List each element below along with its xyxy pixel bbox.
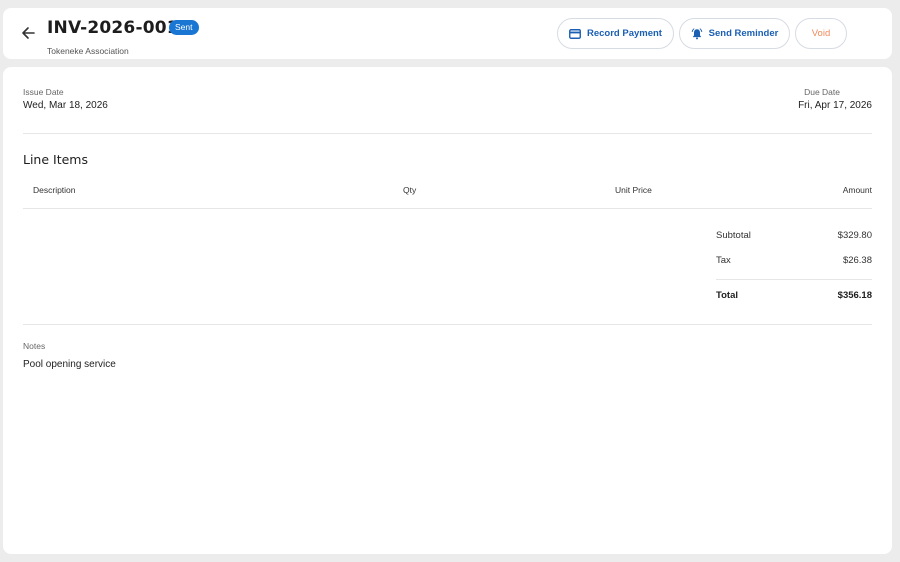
issue-date-value: Wed, Mar 18, 2026 [23, 100, 108, 111]
divider [23, 324, 872, 325]
tax-value: $26.38 [842, 255, 872, 266]
void-button[interactable]: Void [795, 18, 847, 49]
subtotal-label: Subtotal [716, 230, 751, 241]
column-header-description: Description [33, 185, 76, 195]
line-items-title: Line Items [23, 152, 88, 167]
column-header-unit-price: Unit Price [615, 185, 652, 195]
total-label: Total [716, 290, 738, 301]
send-reminder-button[interactable]: Send Reminder [679, 18, 790, 49]
void-label: Void [811, 28, 831, 39]
credit-card-icon [569, 28, 581, 39]
due-date-label: Due Date [804, 87, 840, 97]
divider [23, 208, 872, 209]
issue-date-label: Issue Date [23, 87, 64, 97]
bell-ring-icon [691, 27, 703, 40]
record-payment-label: Record Payment [587, 28, 662, 39]
record-payment-button[interactable]: Record Payment [557, 18, 674, 49]
tax-label: Tax [716, 255, 731, 266]
subtotal-value: $329.80 [837, 230, 872, 241]
organization-name: Tokeneke Association [47, 46, 129, 56]
column-header-qty: Qty [403, 185, 417, 195]
arrow-left-icon [21, 26, 35, 45]
invoice-body: Issue Date Wed, Mar 18, 2026 Due Date Fr… [3, 67, 892, 554]
notes-value: Pool opening service [23, 359, 116, 370]
due-date-value: Fri, Apr 17, 2026 [798, 100, 872, 111]
send-reminder-label: Send Reminder [708, 28, 779, 39]
divider [23, 133, 872, 134]
column-header-amount: Amount [842, 185, 872, 195]
divider [716, 279, 872, 280]
back-button[interactable] [17, 24, 39, 46]
notes-label: Notes [23, 341, 46, 351]
invoice-header: INV-2026-0015 Sent Tokeneke Association … [3, 8, 892, 59]
status-badge: Sent [169, 20, 199, 35]
total-value: $356.18 [837, 290, 872, 301]
